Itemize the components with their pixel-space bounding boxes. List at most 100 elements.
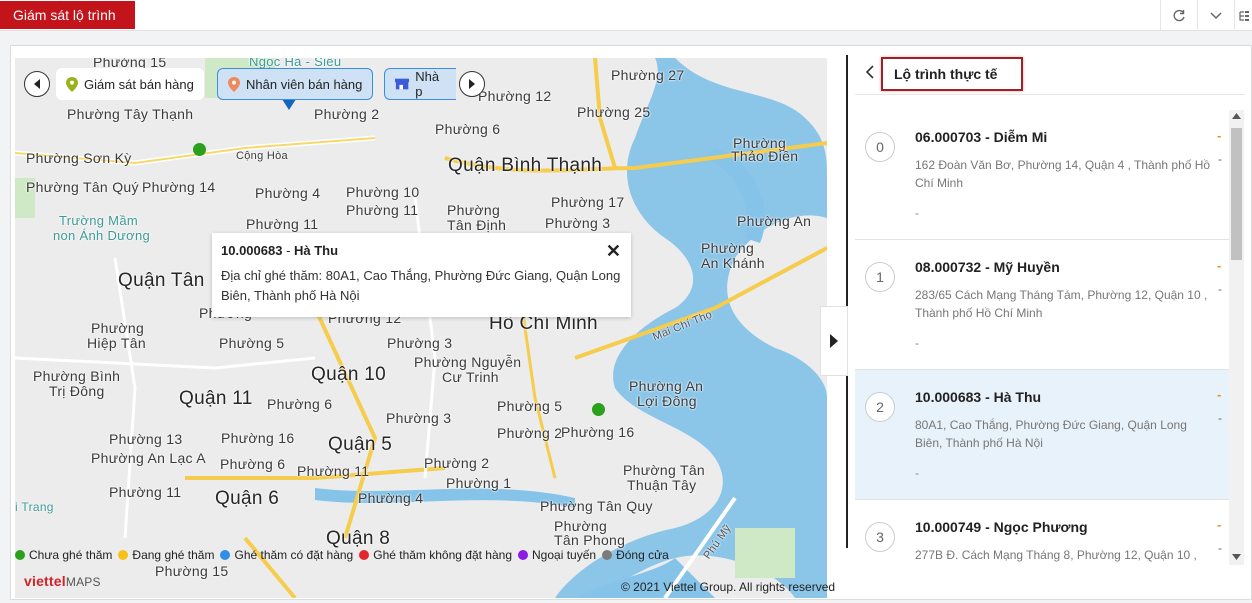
map-label: Phường An bbox=[629, 378, 704, 394]
top-bar: Giám sát lộ trình bbox=[0, 0, 1252, 31]
tree-button[interactable] bbox=[1234, 0, 1252, 31]
side-mark: - bbox=[1218, 411, 1222, 425]
map-label: Phường Tân bbox=[623, 462, 706, 478]
panel-divider bbox=[846, 55, 848, 548]
side-mark: - bbox=[1218, 282, 1222, 296]
chevron-left-icon bbox=[34, 79, 40, 89]
close-icon[interactable]: ✕ bbox=[606, 241, 621, 262]
map-label: Phường bbox=[447, 202, 501, 218]
district-label: Quận Tân bbox=[118, 270, 205, 291]
map-label: Phường 3 bbox=[387, 335, 453, 351]
map-label: Phường 11 bbox=[109, 484, 182, 500]
map-road-label: Cộng Hòa bbox=[236, 150, 288, 162]
map-label: Phường 1 bbox=[446, 475, 512, 491]
route-panel-title: Lộ trình thực tế bbox=[881, 57, 1023, 91]
map-label: Phường An bbox=[737, 213, 812, 229]
side-mark: - bbox=[1217, 517, 1222, 532]
map-label: non Ánh Dương bbox=[53, 228, 151, 243]
map-label: Phường bbox=[701, 240, 755, 256]
legend-item: Đóng cửa bbox=[602, 548, 669, 562]
map-label: Phường bbox=[91, 320, 145, 336]
route-item[interactable]: 1 08.000732 - Mỹ Huyền 283/65 Cách Mạng … bbox=[855, 240, 1229, 370]
chevron-left-icon bbox=[865, 65, 874, 79]
map-label: Phường An Lạc A bbox=[91, 450, 206, 466]
chip-distributor[interactable]: Nhà p bbox=[384, 68, 456, 100]
viettel-maps-logo: viettelMAPS bbox=[24, 573, 101, 589]
chips-next-button[interactable] bbox=[459, 71, 485, 97]
route-item-selected[interactable]: 2 10.000683 - Hà Thu 80A1, Cao Thắng, Ph… bbox=[855, 370, 1229, 500]
chip-sales-monitoring[interactable]: Giám sát bán hàng bbox=[56, 68, 204, 100]
map-label: Phường 2 bbox=[424, 455, 490, 471]
map-view[interactable]: Ngọc Hà - Siêu Phường 15 Phường Tây Thạn… bbox=[15, 58, 827, 598]
route-panel-header: Lộ trình thực tế bbox=[855, 55, 1245, 95]
legend-item: Ghé thăm có đặt hàng bbox=[220, 548, 353, 562]
map-label: Phường 25 bbox=[577, 104, 651, 120]
chips-prev-button[interactable] bbox=[24, 71, 50, 97]
route-index: 1 bbox=[865, 262, 895, 292]
chevron-right-icon bbox=[469, 79, 475, 89]
location-icon bbox=[228, 76, 240, 92]
map-label: Phường 4 bbox=[255, 185, 321, 201]
popup-title: 10.000683 - Hà Thu bbox=[221, 243, 339, 258]
map-label: Phường 2 bbox=[314, 106, 380, 122]
side-mark: - bbox=[1217, 258, 1222, 273]
map-label: An Khánh bbox=[701, 255, 765, 271]
route-list[interactable]: 0 06.000703 - Diễm Mi 162 Đoàn Văn Bơ, P… bbox=[855, 110, 1229, 565]
map-label: Phường 16 bbox=[561, 424, 635, 440]
tab-route-monitoring[interactable]: Giám sát lộ trình bbox=[0, 1, 135, 29]
legend-item: Chưa ghé thăm bbox=[15, 548, 112, 562]
legend-color bbox=[220, 550, 231, 560]
district-label: Quận 11 bbox=[179, 388, 253, 409]
side-mark: - bbox=[1217, 128, 1222, 143]
scrollbar-thumb[interactable] bbox=[1231, 128, 1242, 260]
map-label: Thảo Điền bbox=[731, 148, 799, 164]
chip-sales-staff[interactable]: Nhân viên bán hàng bbox=[217, 68, 374, 100]
map-label: Phường Bình bbox=[33, 368, 121, 384]
map-label: Phường 10 bbox=[346, 184, 420, 200]
panel-toggle-button[interactable] bbox=[820, 306, 848, 376]
collapse-button[interactable] bbox=[1197, 0, 1234, 31]
route-item-title: 10.000683 - Hà Thu bbox=[915, 389, 1042, 405]
district-label: Quận 6 bbox=[215, 488, 280, 509]
legend-color bbox=[359, 550, 370, 560]
route-item[interactable]: 3 10.000749 - Ngọc Phương 277B Đ. Cách M… bbox=[855, 500, 1229, 565]
map-label: Phường 13 bbox=[109, 431, 183, 447]
map-label: Phường 6 bbox=[267, 396, 333, 412]
legend-item: Đang ghé thăm bbox=[118, 548, 214, 562]
route-item[interactable]: 0 06.000703 - Diễm Mi 162 Đoàn Văn Bơ, P… bbox=[855, 110, 1229, 240]
back-button[interactable] bbox=[865, 64, 875, 85]
route-item-note: - bbox=[915, 466, 919, 480]
popup-address: Địa chỉ ghé thăm: 80A1, Cao Thắng, Phườn… bbox=[221, 268, 621, 303]
legend-color bbox=[602, 550, 613, 560]
side-mark: - bbox=[1218, 152, 1222, 166]
refresh-button[interactable] bbox=[1160, 0, 1197, 31]
legend-color bbox=[15, 550, 25, 560]
map-label: Phường 11 bbox=[297, 463, 370, 479]
route-item-title: 06.000703 - Diễm Mi bbox=[915, 129, 1048, 145]
map-legend: Chưa ghé thăm Đang ghé thăm Ghé thăm có … bbox=[15, 546, 675, 564]
visit-info-popup: 10.000683 - Hà Thu Địa chỉ ghé thăm: 80A… bbox=[212, 233, 631, 317]
district-label: Quận 10 bbox=[311, 364, 386, 385]
map-label: Phường 5 bbox=[219, 335, 285, 351]
district-label: Quận Bình Thạnh bbox=[448, 155, 603, 176]
chevron-down-icon bbox=[1210, 11, 1222, 19]
visit-marker[interactable] bbox=[193, 143, 206, 156]
map-label: Phường 11 bbox=[246, 216, 319, 232]
map-label: Phường 3 bbox=[545, 215, 611, 231]
map-label: Phường 5 bbox=[497, 398, 563, 414]
route-item-note: - bbox=[915, 336, 919, 350]
map-label: Phường 2 bbox=[497, 425, 563, 441]
map-label: Phường 15 bbox=[155, 563, 229, 579]
map-label: Phường Tân Quy bbox=[540, 498, 653, 514]
map-label: Phường Nguyễn bbox=[414, 354, 522, 370]
map-label: Phường 14 bbox=[142, 179, 216, 195]
map-label: Phường 16 bbox=[221, 430, 295, 446]
map-copyright: © 2021 Viettel Group. All rights reserve… bbox=[621, 580, 836, 594]
scroll-up-icon[interactable] bbox=[1232, 113, 1241, 119]
side-mark: - bbox=[1218, 541, 1222, 555]
map-label: Phường 6 bbox=[220, 456, 286, 472]
route-index: 3 bbox=[865, 522, 895, 552]
visit-marker[interactable] bbox=[592, 403, 605, 416]
scroll-down-icon[interactable] bbox=[1232, 554, 1241, 560]
legend-color bbox=[518, 550, 529, 560]
